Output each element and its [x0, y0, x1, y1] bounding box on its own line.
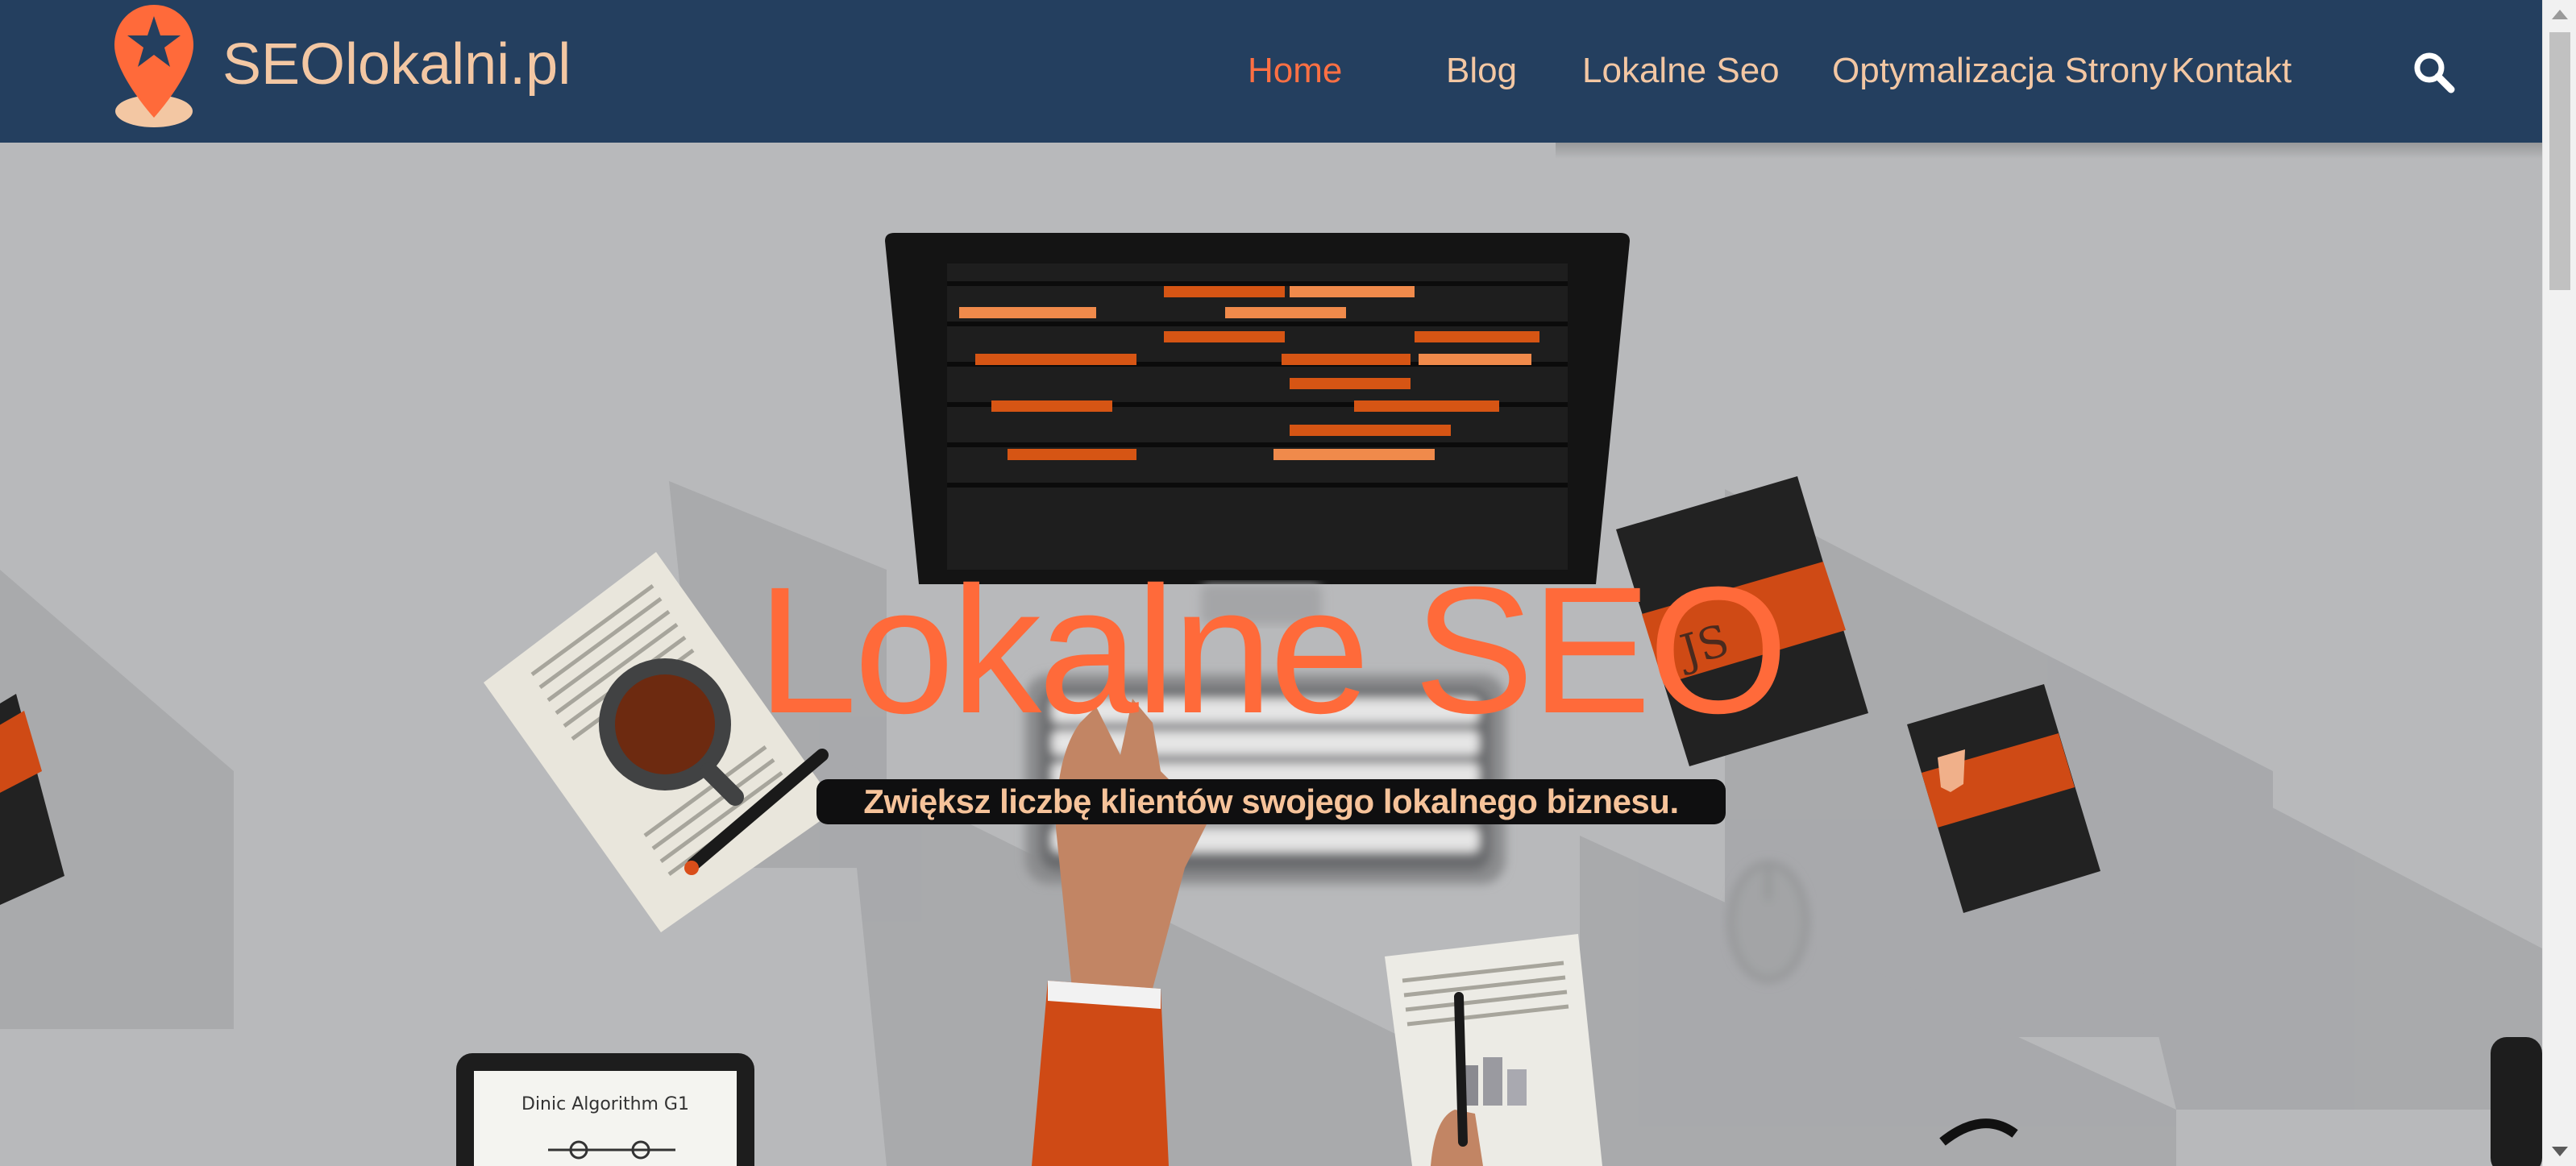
nav-item-home[interactable]: Home — [1248, 48, 1342, 93]
scroll-up-arrow-icon[interactable] — [2552, 10, 2568, 19]
main-nav: Home Blog Lokalne Seo Optymalizacja Stro… — [1172, 0, 2542, 143]
scroll-down-arrow-icon[interactable] — [2552, 1147, 2568, 1156]
site-header: SEOlokalni.pl Home Blog Lokalne Seo Opty… — [0, 0, 2542, 143]
mouse-illustration — [1728, 861, 1809, 982]
search-icon[interactable] — [2412, 50, 2457, 95]
nav-item-optymalizacja-strony[interactable]: Optymalizacja Strony — [1832, 48, 2167, 93]
tablet-illustration: Dinic Algorithm G1 — [456, 1053, 754, 1166]
nav-item-kontakt[interactable]: Kontakt — [2171, 48, 2291, 93]
tablet-text: Dinic Algorithm G1 — [521, 1094, 689, 1114]
scroll-thumb[interactable] — [2549, 32, 2570, 290]
nav-item-blog[interactable]: Blog — [1446, 48, 1517, 93]
hero-title: Lokalne SEO — [757, 550, 1789, 752]
logo-link[interactable]: SEOlokalni.pl — [113, 5, 571, 127]
hero-subtitle: Zwiększ liczbę klientów swojego lokalneg… — [816, 779, 1726, 824]
document-chart-illustration — [1385, 934, 1602, 1166]
hero-subtitle-wrap: Zwiększ liczbę klientów swojego lokalneg… — [0, 779, 2542, 824]
page: SEOlokalni.pl Home Blog Lokalne Seo Opty… — [0, 0, 2542, 1166]
nav-item-lokalne-seo[interactable]: Lokalne Seo — [1582, 48, 1780, 93]
logo-text: SEOlokalni.pl — [222, 32, 571, 97]
header-shadow — [1556, 143, 2542, 159]
hero-section: Dinic Algorithm G1 JS Lokalne SEO Zwięks… — [0, 143, 2542, 1166]
page-scrollbar[interactable] — [2542, 0, 2576, 1166]
map-pin-star-icon — [114, 5, 193, 127]
